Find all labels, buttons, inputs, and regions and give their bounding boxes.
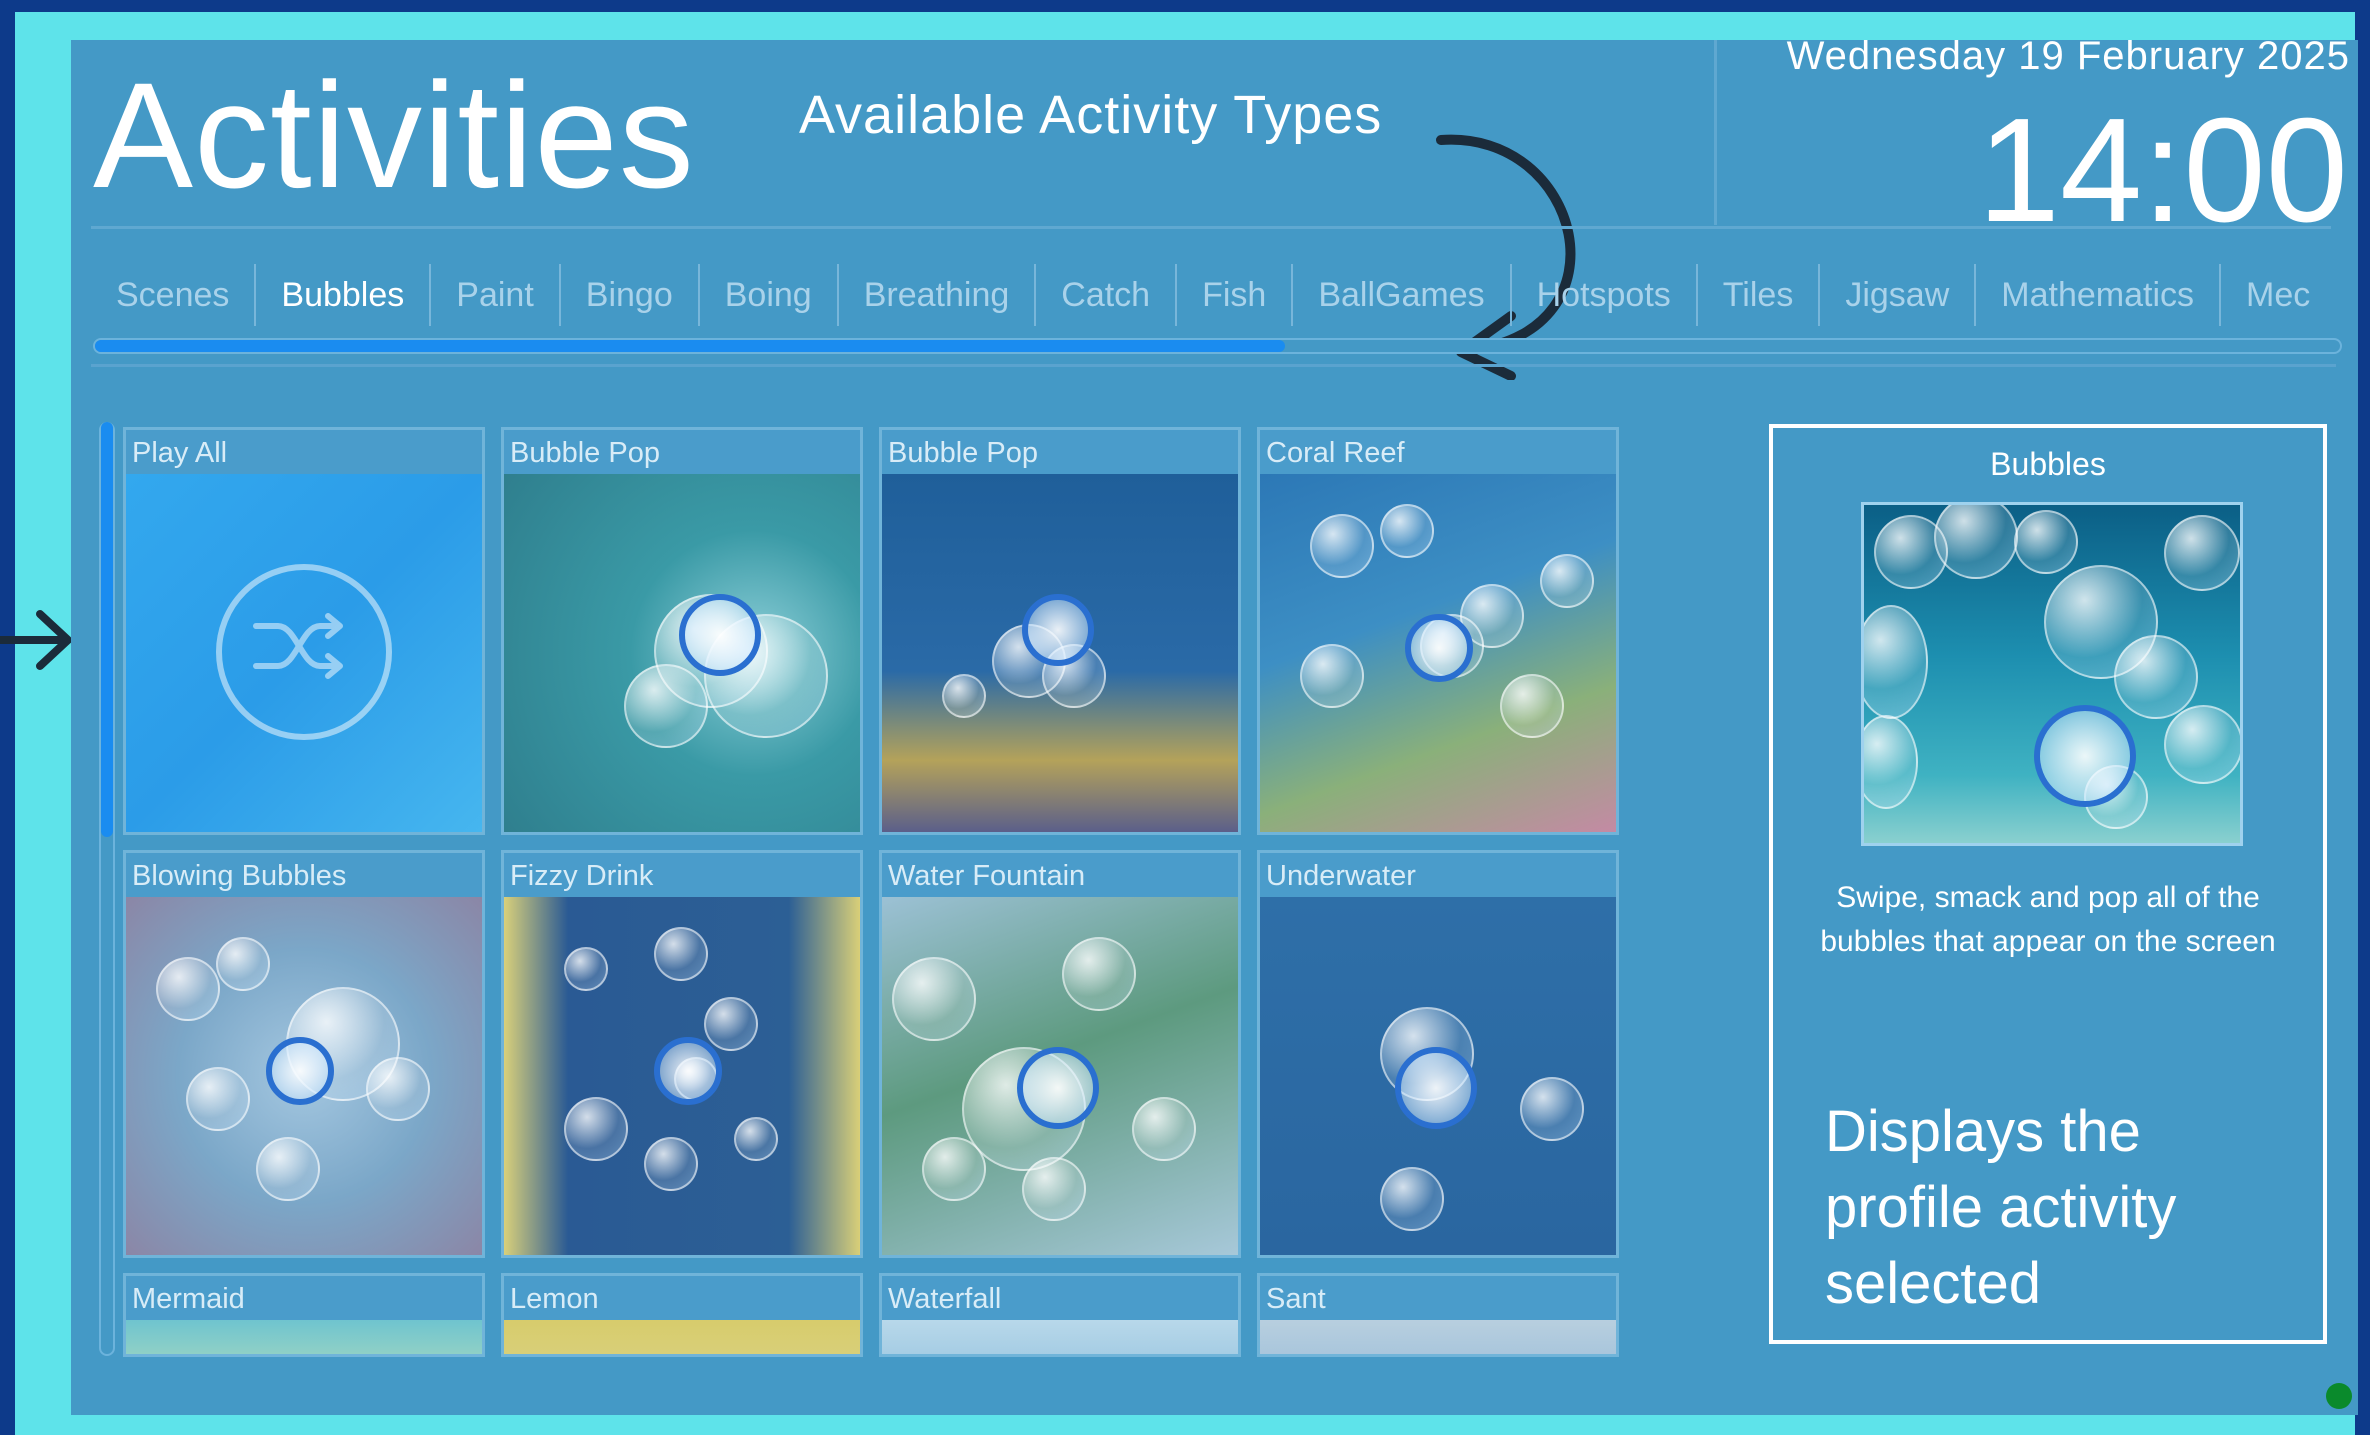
date-display: Wednesday 19 February 2025 [1786, 40, 2350, 78]
tab-ballgames[interactable]: BallGames [1293, 264, 1512, 326]
activity-thumbnail [1260, 897, 1616, 1255]
activity-card-title: Mermaid [132, 1283, 245, 1315]
shuffle-icon [216, 564, 392, 740]
tab-breathing[interactable]: Breathing [839, 264, 1037, 326]
tab-mathematics[interactable]: Mathematics [1976, 264, 2221, 326]
header-divider [1714, 40, 1717, 225]
activity-card-title: Bubble Pop [510, 437, 660, 469]
activity-card-title: Waterfall [888, 1283, 1002, 1315]
activity-card-fizzy-drink[interactable]: Fizzy Drink [501, 850, 863, 1258]
tab-scenes[interactable]: Scenes [91, 264, 257, 326]
activity-card-waterfall[interactable]: Waterfall [879, 1273, 1241, 1357]
activity-card-title: Sant [1266, 1283, 1326, 1315]
activity-thumbnail [1260, 1320, 1616, 1354]
activity-card-title: Lemon [510, 1283, 599, 1315]
tab-paint[interactable]: Paint [431, 264, 561, 326]
activity-thumbnail [882, 474, 1238, 832]
tab-catch[interactable]: Catch [1036, 264, 1178, 326]
external-arrow-annotation [0, 610, 72, 670]
selected-activity-panel: Bubbles Swipe, smack and pop all of the … [1769, 424, 2327, 1344]
activity-card-title: Fizzy Drink [510, 860, 654, 892]
activity-card-underwater[interactable]: Underwater [1257, 850, 1619, 1258]
activity-thumbnail [504, 1320, 860, 1354]
activity-card-title: Bubble Pop [888, 437, 1038, 469]
activity-thumbnail [882, 1320, 1238, 1354]
activity-card-bubble-pop[interactable]: Bubble Pop [879, 427, 1241, 835]
header-separator [91, 226, 2331, 229]
activity-thumbnail [504, 474, 860, 832]
activity-card-title: Blowing Bubbles [132, 860, 347, 892]
activity-thumbnail [126, 1320, 482, 1354]
tab-scrollbar[interactable] [93, 338, 2342, 354]
activity-card-sant[interactable]: Sant [1257, 1273, 1619, 1357]
page-title: Activities [93, 51, 695, 219]
activity-card-blowing-bubbles[interactable]: Blowing Bubbles [123, 850, 485, 1258]
tab-mec[interactable]: Mec [2221, 264, 2335, 326]
activity-card-play-all[interactable]: Play All [123, 427, 485, 835]
tab-jigsaw[interactable]: Jigsaw [1820, 264, 1977, 326]
tab-fish[interactable]: Fish [1177, 264, 1294, 326]
tab-bingo[interactable]: Bingo [561, 264, 700, 326]
annotation-profile-activity: Displays the profile activity selected [1825, 1099, 2177, 1316]
panel-title: Bubbles [1990, 446, 2106, 482]
activity-thumbnail [882, 897, 1238, 1255]
activity-thumbnail [126, 897, 482, 1255]
activity-card-bubble-pop[interactable]: Bubble Pop [501, 427, 863, 835]
activity-type-tabs: Scenes Bubbles Paint Bingo Boing Breathing Cat… [91, 262, 2335, 328]
activities-screen: Activities Available Activity Types Wedn… [71, 40, 2358, 1415]
tabs-separator [91, 364, 2336, 367]
tab-bubbles[interactable]: Bubbles [256, 264, 432, 326]
activity-card-title: Play All [132, 437, 228, 469]
grid-scrollbar-thumb[interactable] [101, 422, 113, 837]
activity-card-lemon[interactable]: Lemon [501, 1273, 863, 1357]
panel-description: Swipe, smack and pop all of the bubbles … [1820, 881, 2276, 958]
tab-hotspots[interactable]: Hotspots [1512, 264, 1698, 326]
activity-card-coral-reef[interactable]: Coral Reef [1257, 427, 1619, 835]
panel-preview-image [1861, 502, 2243, 846]
activity-thumbnail [1260, 474, 1616, 832]
activity-card-water-fountain[interactable]: Water Fountain [879, 850, 1241, 1258]
activity-thumbnail [126, 474, 482, 832]
annotation-activity-types: Available Activity Types [799, 85, 1383, 145]
status-indicator [2326, 1383, 2352, 1409]
activity-card-title: Underwater [1266, 860, 1416, 892]
activity-card-title: Water Fountain [888, 860, 1086, 892]
tab-scrollbar-thumb[interactable] [95, 340, 1285, 352]
activity-card-title: Coral Reef [1266, 437, 1405, 469]
activity-thumbnail [504, 897, 860, 1255]
activity-card-mermaid[interactable]: Mermaid [123, 1273, 485, 1357]
tab-tiles[interactable]: Tiles [1698, 264, 1821, 326]
tab-boing[interactable]: Boing [700, 264, 839, 326]
